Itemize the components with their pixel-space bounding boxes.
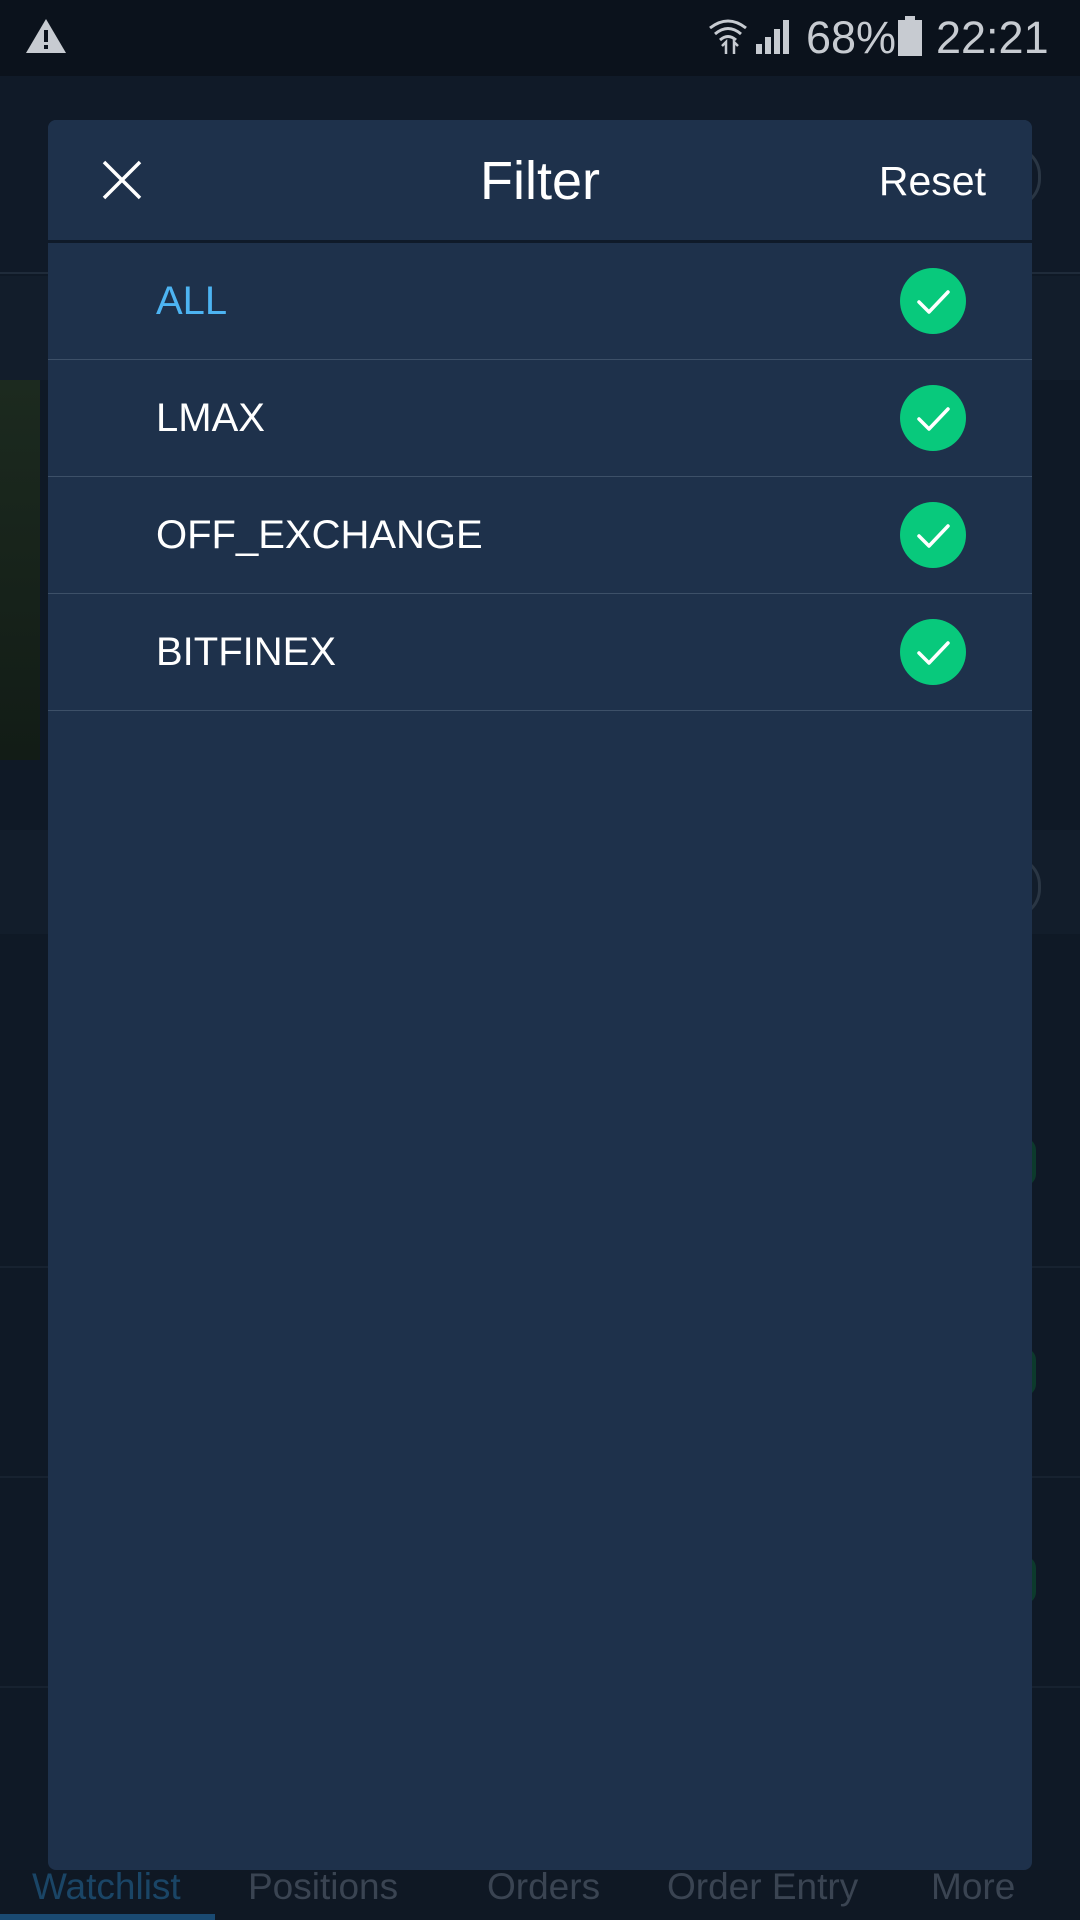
check-icon[interactable] bbox=[900, 385, 966, 451]
filter-item-label: OFF_EXCHANGE bbox=[156, 513, 483, 557]
active-tab-indicator bbox=[0, 1914, 215, 1920]
filter-modal: Filter Reset ALL LMAX OFF_EXCHANGE BITFI… bbox=[48, 120, 1032, 1870]
filter-item-label: ALL bbox=[156, 279, 228, 323]
tab-orders[interactable]: Orders bbox=[487, 1866, 600, 1908]
battery-percent: 68% bbox=[806, 12, 897, 63]
modal-header: Filter Reset bbox=[48, 120, 1032, 243]
check-icon[interactable] bbox=[900, 268, 966, 334]
tab-watchlist[interactable]: Watchlist bbox=[32, 1866, 181, 1908]
filter-item-label: LMAX bbox=[156, 396, 265, 440]
battery-icon bbox=[898, 16, 922, 56]
tab-order-entry[interactable]: Order Entry bbox=[667, 1866, 858, 1908]
tab-positions[interactable]: Positions bbox=[248, 1866, 398, 1908]
wifi-icon bbox=[709, 19, 747, 54]
tab-more[interactable]: More bbox=[931, 1866, 1015, 1908]
warning-icon bbox=[26, 19, 66, 53]
signal-icon bbox=[756, 20, 789, 54]
status-bar: 68% 22:21 bbox=[0, 0, 1080, 76]
filter-item-off-exchange[interactable]: OFF_EXCHANGE bbox=[48, 477, 1032, 594]
reset-button[interactable]: Reset bbox=[879, 158, 986, 205]
filter-item-all[interactable]: ALL bbox=[48, 243, 1032, 360]
filter-item-bitfinex[interactable]: BITFINEX bbox=[48, 594, 1032, 711]
filter-item-label: BITFINEX bbox=[156, 630, 337, 674]
background-chart bbox=[0, 380, 40, 760]
filter-item-lmax[interactable]: LMAX bbox=[48, 360, 1032, 477]
check-icon[interactable] bbox=[900, 619, 966, 685]
clock: 22:21 bbox=[936, 12, 1049, 63]
check-icon[interactable] bbox=[900, 502, 966, 568]
filter-list: ALL LMAX OFF_EXCHANGE BITFINEX bbox=[48, 243, 1032, 711]
